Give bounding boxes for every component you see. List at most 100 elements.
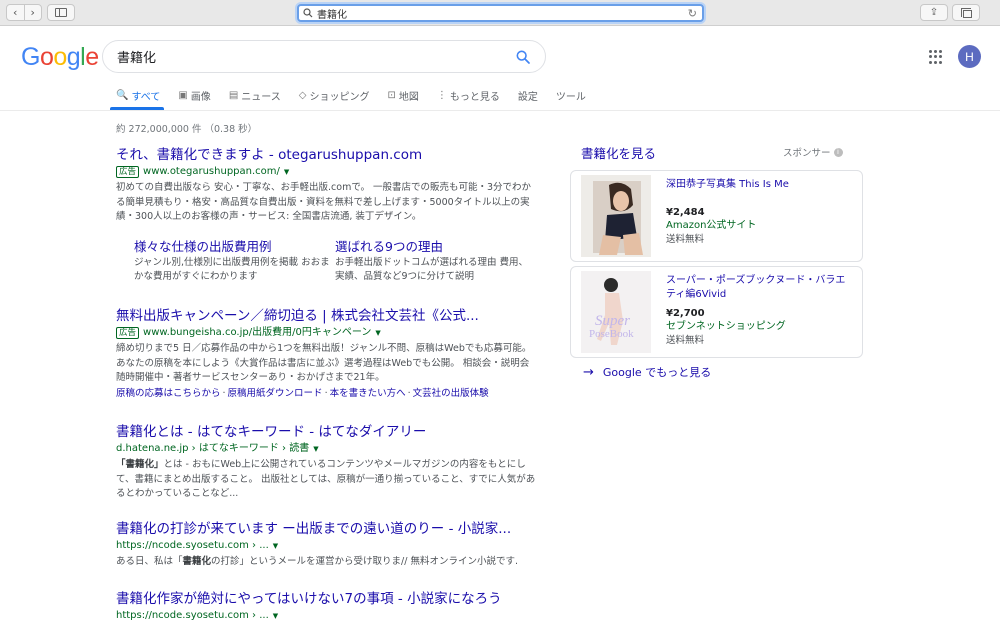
inline-link[interactable]: 原稿の応募はこちらから [116,388,221,399]
product-price: ¥2,700 [666,308,705,319]
ad-result-otegarushuppan: それ、書籍化できますよ - otegarushuppan.com 広告 www.… [116,147,536,284]
product-price: ¥2,484 [666,207,705,218]
logo-letter: g [66,43,81,71]
search-icon[interactable] [515,49,531,65]
result-description: 「書籍化」とは - おもにWeb上に公開されているコンテンツやメールマガジンの内… [116,459,536,499]
result-url: https://ncode.syosetu.com › ... ▼ [116,609,279,623]
sidebar-icon [55,8,67,17]
sitelink-description: お手軽出版ドットコムが選ばれる理由 費用、実績、品質など9つに分けて説明 [335,256,529,282]
news-icon: ▤ [228,89,239,101]
arrow-right-icon: → [583,364,594,380]
tab-6[interactable]: 設定 [517,88,538,103]
image-icon: ▣ [178,89,188,101]
more-shopping-link[interactable]: → Google でもっと見る [583,364,711,380]
reload-icon[interactable]: ↻ [688,7,697,20]
svg-text:Super: Super [595,313,630,329]
search-box [102,40,546,73]
search-input[interactable] [117,49,497,64]
link-separator: · [222,387,226,399]
product-shipping: 送料無料 [666,234,705,245]
product-title[interactable]: スーパー・ポーズブックヌード・バラエティ編6Vivid [666,274,854,302]
tab-1[interactable]: ▣ 画像 [178,88,210,103]
result-title[interactable]: 書籍化の打診が来ています ー出版までの遠い道のりー - 小説家... [116,521,536,538]
logo-letter: G [21,43,40,71]
result-stats: 約 272,000,000 件 （0.38 秒） [116,124,258,135]
apps-grid-icon[interactable] [929,50,943,64]
sitelink: 選ばれる9つの理由 お手軽出版ドットコムが選ばれる理由 費用、実績、品質など9つ… [335,238,536,284]
logo-letter: o [39,43,54,71]
address-bar[interactable]: 書籍化 ↻ [297,4,704,22]
tab-3[interactable]: ◇ ショッピング [298,88,370,103]
tab-0[interactable]: 🔍 すべて [116,88,161,103]
map-icon: ⊡ [387,89,396,101]
search-icon: 🔍 [116,89,129,101]
shopping-heading[interactable]: 書籍化を見る [581,143,656,162]
inline-link[interactable]: 原稿用紙ダウンロード [228,388,323,399]
info-icon[interactable]: i [833,147,843,157]
organic-result-hatena: 書籍化とは - はてなキーワード - はてなダイアリー d.hatena.ne.… [116,424,536,502]
logo-letter: e [85,43,99,71]
tab-label: ニュース [241,91,281,103]
product-store: Amazon公式サイト [666,220,757,231]
caret-down-icon[interactable]: ▼ [284,165,289,179]
product-title[interactable]: 深田恭子写真集 This Is Me [666,178,854,192]
tab-label: ショッピング [309,91,370,103]
header-divider [0,110,1000,111]
inline-link[interactable]: 本を書きたい方へ [330,388,406,399]
sitelink-title[interactable]: 様々な仕様の出版費用例 [134,238,335,255]
sponsor-label: スポンサー i [783,145,843,159]
tab-4[interactable]: ⊡ 地図 [387,88,419,103]
tag-icon: ◇ [298,89,307,101]
tab-5[interactable]: ⋮ もっと見る [436,88,500,103]
logo-letter: o [53,43,67,71]
result-url: 広告 www.otegarushuppan.com/ ▼ [116,165,536,179]
result-title[interactable]: それ、書籍化できますよ - otegarushuppan.com [116,147,536,164]
organic-result-syosetu: 書籍化の打診が来ています ー出版までの遠い道のりー - 小説家... https… [116,521,536,570]
tab-label: 設定 [517,91,538,103]
ad-badge: 広告 [116,166,140,178]
product-image[interactable] [581,175,651,257]
product-store: セブンネットショッピング [666,321,786,332]
caret-down-icon[interactable]: ▼ [273,539,278,553]
tab-label: ツール [555,91,586,103]
ad-result-bungeisha: 無料出版キャンペーン／締切迫る | 株式会社文芸社《公式... 広告 www.b… [116,308,536,401]
share-button[interactable]: ⇪ [920,4,948,21]
result-description: ある日、私は「書籍化の打診」というメールを運営から受け取りま// 無料オンライン… [116,556,518,567]
result-title[interactable]: 書籍化作家が絶対にやってはいけない7の事項 - 小説家になろう [116,591,536,608]
more-icon: ⋮ [436,89,447,101]
caret-down-icon[interactable]: ▼ [375,326,380,340]
sitelink-title[interactable]: 選ばれる9つの理由 [335,238,536,255]
tab-2[interactable]: ▤ ニュース [228,88,281,103]
sitelink-description: ジャンル別,仕様別に出版費用例を掲載 おおまかな費用がすぐにわかります [134,256,330,282]
sidebar-toggle-button[interactable] [47,4,75,21]
result-title[interactable]: 書籍化とは - はてなキーワード - はてなダイアリー [116,424,536,441]
result-url: d.hatena.ne.jp › はてなキーワード › 読書 ▼ [116,442,319,456]
forward-button[interactable]: › [25,5,42,20]
result-url: 広告 www.bungeisha.co.jp/出版費用/0円キャンペーン ▼ [116,326,536,340]
browser-toolbar: ‹ › 書籍化 ↻ ⇪ [0,0,1000,26]
navigation-buttons: ‹ › [6,4,42,21]
tab-label: すべて [131,91,161,103]
caret-down-icon[interactable]: ▼ [273,609,278,623]
shopping-card[interactable]: 深田恭子写真集 This Is Me ¥2,484 Amazon公式サイト 送料… [570,170,863,262]
result-title[interactable]: 無料出版キャンペーン／締切迫る | 株式会社文芸社《公式... [116,308,536,325]
address-text: 書籍化 [317,9,347,21]
tab-label: もっと見る [449,91,500,103]
tab-7[interactable]: ツール [555,88,586,103]
svg-text:PoseBook: PoseBook [589,328,634,340]
link-separator: · [407,387,411,399]
caret-down-icon[interactable]: ▼ [313,442,318,456]
google-logo[interactable]: Google [21,43,99,72]
avatar[interactable]: H [958,45,981,68]
shopping-card[interactable]: Super PoseBook スーパー・ポーズブックヌード・バラエティ編6Viv… [570,266,863,358]
product-image[interactable]: Super PoseBook [581,271,651,353]
tab-overview-button[interactable] [952,4,980,21]
search-tabs: 🔍 すべて ▣ 画像 ▤ ニュース ◇ ショッピング ⊡ 地図 ⋮ もっと見る 設定 ツール [116,88,604,103]
link-separator: · [324,387,328,399]
result-description: 締め切りまで5 日／応募作品の中から1つを無料出版！ジャンル不問、原稿はWebで… [116,343,532,383]
tab-label: 地図 [398,91,419,103]
search-icon [303,8,313,18]
organic-result-syosetu-2: 書籍化作家が絶対にやってはいけない7の事項 - 小説家になろう https://… [116,591,536,623]
inline-link[interactable]: 文芸社の出版体験 [413,388,489,399]
back-button[interactable]: ‹ [7,5,25,20]
